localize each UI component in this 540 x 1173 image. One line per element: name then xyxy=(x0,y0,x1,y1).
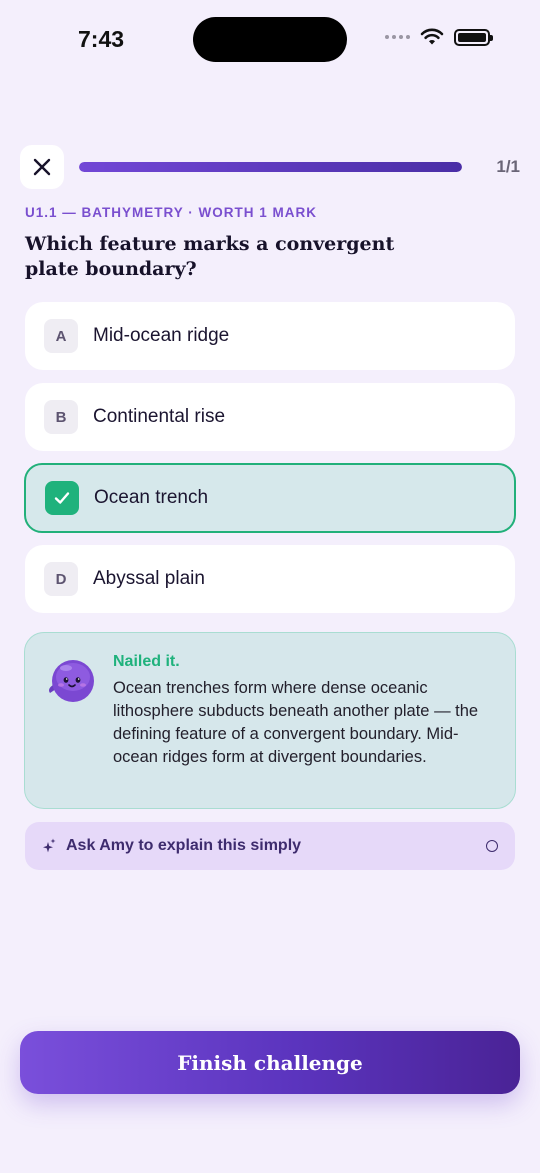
ask-amy-label: Ask Amy to explain this simply xyxy=(66,837,302,854)
status-ring-icon xyxy=(486,840,498,852)
wifi-icon xyxy=(420,28,444,45)
option-label: Ocean trench xyxy=(94,487,209,508)
question-text: Which feature marks a convergent plate b… xyxy=(25,233,395,280)
option-letter: A xyxy=(44,319,78,353)
close-button[interactable] xyxy=(20,145,64,189)
option-a[interactable]: A Mid-ocean ridge xyxy=(25,302,515,370)
feedback-title: Nailed it. xyxy=(113,653,180,670)
status-time: 7:43 xyxy=(78,26,125,52)
ask-amy-button[interactable]: Ask Amy to explain this simply xyxy=(25,822,515,870)
progress-bar xyxy=(79,162,462,172)
option-letter: B xyxy=(44,400,78,434)
checkmark-icon xyxy=(45,481,79,515)
mascot-avatar-icon xyxy=(49,660,94,702)
option-d[interactable]: D Abyssal plain xyxy=(25,545,515,613)
option-label: Continental rise xyxy=(93,406,226,427)
feedback-card: Nailed it. Ocean trenches form where den… xyxy=(24,632,516,809)
option-label: Abyssal plain xyxy=(93,568,205,589)
battery-icon xyxy=(454,28,493,46)
progress-count: 1/1 xyxy=(496,157,520,176)
quiz-screen: 7:43 1/1 U1.1 — BATHYMETRY · WORTH 1 MAR… xyxy=(0,0,540,1173)
status-icons xyxy=(385,28,493,46)
feedback-body: Ocean trenches form where dense oceanic … xyxy=(113,679,479,766)
option-b[interactable]: B Continental rise xyxy=(25,383,515,451)
close-icon xyxy=(33,158,51,176)
progress-bar-fill xyxy=(79,162,462,172)
question-eyebrow: U1.1 — BATHYMETRY · WORTH 1 MARK xyxy=(25,205,318,220)
option-letter: D xyxy=(44,562,78,596)
finish-challenge-button[interactable]: Finish challenge xyxy=(20,1031,520,1094)
dynamic-island xyxy=(193,17,347,62)
cellular-signal-icon xyxy=(385,35,410,39)
option-c[interactable]: Ocean trench xyxy=(24,463,516,533)
sparkle-icon xyxy=(43,838,56,853)
option-label: Mid-ocean ridge xyxy=(93,325,230,346)
